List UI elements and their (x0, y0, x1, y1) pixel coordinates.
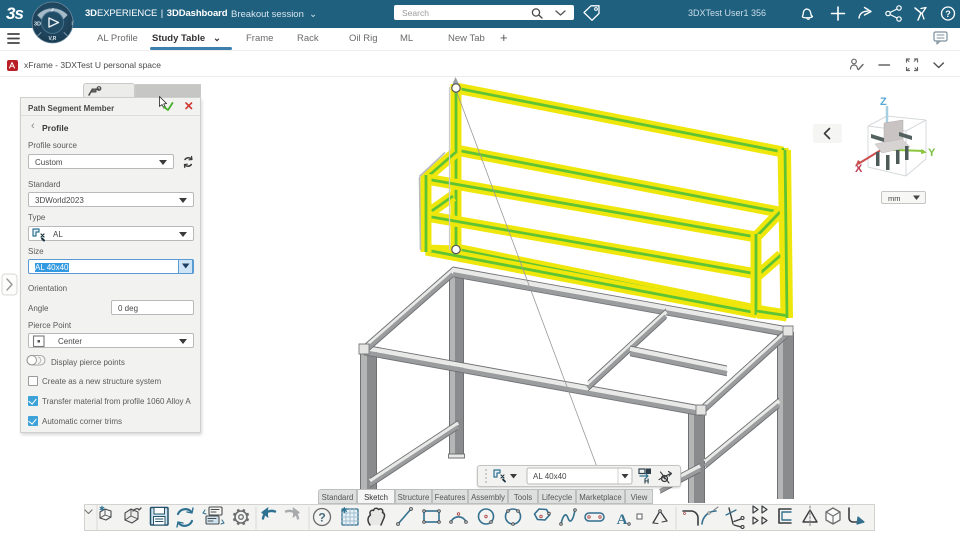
svg-text:Z: Z (880, 96, 887, 108)
svg-text:Y: Y (928, 147, 936, 159)
svg-text:X: X (855, 163, 863, 175)
